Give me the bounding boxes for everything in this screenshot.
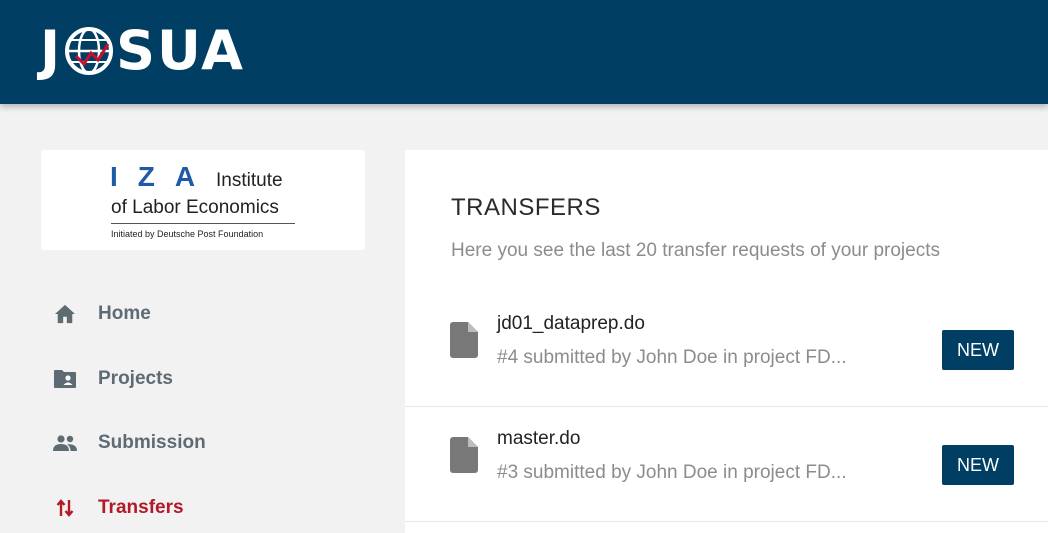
transfer-meta: #4 submitted by John Doe in project FD..… <box>497 347 847 368</box>
transfer-arrows-icon <box>52 495 78 521</box>
transfer-row[interactable]: jd01_dataprep.do #4 submitted by John Do… <box>405 292 1048 407</box>
transfer-row[interactable]: master.do #3 submitted by John Doe in pr… <box>405 407 1048 522</box>
people-icon <box>52 430 78 456</box>
file-icon <box>450 437 478 473</box>
globe-icon <box>65 27 114 75</box>
transfer-meta: #3 submitted by John Doe in project FD..… <box>497 462 847 483</box>
sidebar-item-home[interactable]: Home <box>52 297 151 331</box>
file-icon <box>450 322 478 358</box>
logo-letters-sua: SUA <box>116 19 245 82</box>
iza-labor-economics-text: of Labor Economics <box>111 197 279 218</box>
page-title: TRANSFERS <box>451 194 601 221</box>
status-badge[interactable]: NEW <box>942 330 1014 370</box>
sidebar-item-submission[interactable]: Submission <box>52 426 206 460</box>
sidebar-item-label: Projects <box>98 368 173 389</box>
iza-initiated-text: Initiated by Deutsche Post Foundation <box>111 229 264 239</box>
sidebar-item-label: Home <box>98 303 151 324</box>
iza-divider <box>111 223 295 224</box>
sidebar-item-label: Submission <box>98 432 206 453</box>
sidebar-item-projects[interactable]: Projects <box>52 362 173 396</box>
iza-institute-text: Institute <box>216 170 283 191</box>
status-badge[interactable]: NEW <box>942 445 1014 485</box>
home-icon <box>52 301 78 327</box>
row-divider <box>405 521 1048 522</box>
transfer-filename: jd01_dataprep.do <box>497 313 645 334</box>
transfer-filename: master.do <box>497 428 581 449</box>
page-subtitle: Here you see the last 20 transfer reques… <box>451 240 940 261</box>
sidebar-item-transfers[interactable]: Transfers <box>52 491 184 525</box>
iza-logo-letters: IZA <box>110 161 216 192</box>
folder-account-icon <box>52 366 78 392</box>
sidebar-item-label: Transfers <box>98 497 184 518</box>
app-logo[interactable]: J SUA <box>40 19 245 82</box>
logo-letter-j: J <box>40 19 63 82</box>
top-app-bar: J SUA <box>0 0 1048 104</box>
